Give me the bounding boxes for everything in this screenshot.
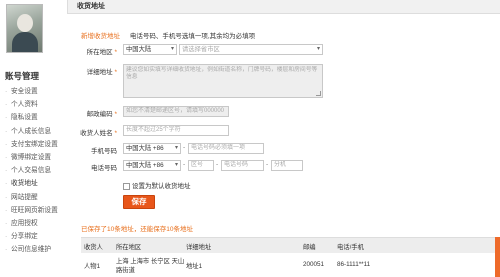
avatar-body [12, 32, 38, 52]
resize-handle-icon[interactable] [316, 91, 321, 96]
separator: - [266, 161, 269, 168]
region-select[interactable]: 请选择省市区 ▾ [179, 44, 323, 55]
cell-name: 人物1 [84, 263, 101, 270]
required-tip: 电话号码、手机号选填一项,其余均为必填项 [129, 33, 256, 40]
default-address-label: 设置为默认收货地址 [132, 183, 191, 190]
country-select[interactable]: 中国大陆 ▾ [123, 44, 177, 55]
avatar[interactable] [6, 4, 43, 53]
separator: - [183, 144, 186, 151]
sidebar: 账号管理 · 安全设置 · 个人资料 · 隐私设置 · 个人成长信息 · 支付宝绑定设置 … [0, 0, 67, 277]
chevron-down-icon: ▾ [174, 145, 178, 151]
table-header: 收货人 所在地区 详细地址 邮编 电话/手机 [81, 237, 500, 253]
new-address-label: 新增收货地址 [81, 33, 120, 40]
extension-input[interactable]: 分机 [271, 160, 303, 171]
mobile-input[interactable]: 电话号码必须填一项 [188, 143, 264, 154]
edit-marker-icon[interactable] [495, 237, 500, 277]
mobile-country-select[interactable]: 中国大陆 +86 ▾ [123, 143, 181, 154]
header-name: 收货人 [84, 244, 103, 251]
sidebar-item-alipay[interactable]: · 支付宝绑定设置 [5, 138, 67, 151]
tab-bar: 收货地址 [67, 0, 500, 14]
detail-label: 详细地址 [86, 69, 113, 76]
sidebar-item-company[interactable]: · 公司信息维护 [5, 243, 67, 256]
avatar-face [17, 14, 33, 32]
sidebar-item-weibo[interactable]: · 微博绑定设置 [5, 151, 67, 164]
sidebar-item-reminder[interactable]: · 网站提醒 [5, 191, 67, 204]
zip-input[interactable]: 如您不清楚邮递区号，请填写000000 [123, 106, 229, 117]
phone-label: 电话号码 [91, 165, 117, 172]
sidebar-item-profile[interactable]: · 个人资料 [5, 98, 67, 111]
sidebar-nav: · 安全设置 · 个人资料 · 隐私设置 · 个人成长信息 · 支付宝绑定设置 · 微博绑定… [5, 85, 67, 256]
save-button[interactable]: 保存 [123, 195, 155, 209]
cell-zip: 200051 [303, 261, 325, 268]
zip-label: 邮政编码 [86, 111, 113, 118]
default-address-option[interactable]: 设置为默认收货地址 [123, 180, 191, 190]
name-input[interactable]: 长度不超过25个字符 [123, 125, 229, 136]
address-table: 收货人 所在地区 详细地址 邮编 电话/手机 人物1 上海 上海市 长宁区 天山… [81, 237, 500, 277]
cell-phone: 86-1111**11 [337, 261, 371, 268]
header-region: 所在地区 [116, 244, 142, 251]
detail-address-textarea[interactable]: 建议您如实填写详细收货地址，例如街道名称，门牌号码，楼层和房间号等信息 [123, 64, 323, 98]
table-row: 人物1 上海 上海市 长宁区 天山 路街道 地址1 200051 86-1111… [81, 253, 500, 277]
chevron-down-icon: ▾ [174, 162, 178, 168]
default-address-checkbox[interactable] [123, 182, 130, 190]
sidebar-item-wangwang[interactable]: · 旺旺网页新设置 [5, 204, 67, 217]
sidebar-item-growth[interactable]: · 个人成长信息 [5, 125, 67, 138]
sidebar-item-app-auth[interactable]: · 应用授权 [5, 217, 67, 230]
phone-country-select[interactable]: 中国大陆 +86 ▾ [123, 160, 181, 171]
address-count-summary: 已保存了10条地址，还能保存10条地址 [81, 226, 193, 233]
form-hint: 新增收货地址 电话号码、手机号选填一项,其余均为必填项 [81, 30, 255, 40]
main-panel: 收货地址 新增收货地址 电话号码、手机号选填一项,其余均为必填项 所在地区 * … [67, 0, 500, 277]
name-label: 收货人姓名 [80, 130, 113, 137]
region-label: 所在地区 [86, 49, 113, 56]
chevron-down-icon: ▾ [316, 46, 320, 52]
phone-number-input[interactable]: 电话号码 [221, 160, 264, 171]
area-code-input[interactable]: 区号 [188, 160, 214, 171]
cell-detail: 地址1 [186, 263, 203, 270]
mobile-label: 手机号码 [91, 148, 117, 155]
chevron-down-icon: ▾ [170, 46, 174, 52]
sidebar-item-address[interactable]: · 收货地址 [5, 177, 67, 190]
separator: - [216, 161, 219, 168]
cell-region-line2: 路街道 [116, 267, 135, 274]
header-detail: 详细地址 [186, 244, 212, 251]
tab-address[interactable]: 收货地址 [77, 0, 105, 14]
sidebar-title: 账号管理 [5, 71, 40, 81]
sidebar-item-share[interactable]: · 分享绑定 [5, 230, 67, 243]
separator: - [183, 161, 186, 168]
header-zip: 邮编 [303, 244, 316, 251]
sidebar-item-privacy[interactable]: · 隐私设置 [5, 111, 67, 124]
header-phone: 电话/手机 [337, 244, 364, 251]
cell-region-line1: 上海 上海市 长宁区 天山 [116, 258, 185, 265]
sidebar-item-trade-info[interactable]: · 个人交易信息 [5, 164, 67, 177]
sidebar-item-security[interactable]: · 安全设置 [5, 85, 67, 98]
